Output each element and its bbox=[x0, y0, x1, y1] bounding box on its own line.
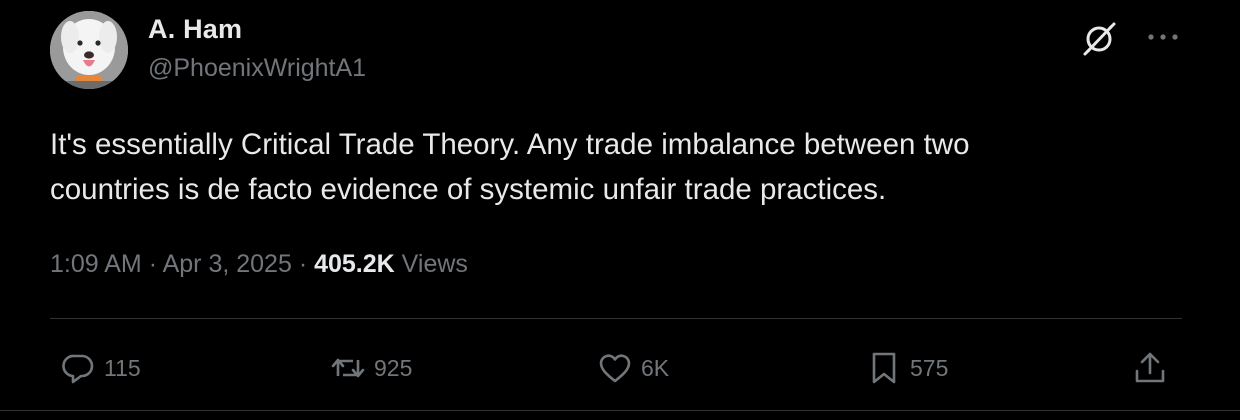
bookmark-count: 575 bbox=[910, 354, 949, 381]
share-button[interactable] bbox=[1132, 348, 1168, 388]
tweet-meta: 1:09 AM · Apr 3, 2025 · 405.2K Views bbox=[50, 250, 468, 279]
user-handle[interactable]: @PhoenixWrightA1 bbox=[148, 54, 366, 83]
tweet: A. Ham @PhoenixWrightA1 It's essentially… bbox=[0, 0, 1240, 420]
share-icon bbox=[1135, 352, 1165, 383]
divider bbox=[50, 318, 1182, 319]
heart-icon bbox=[599, 354, 631, 383]
reply-icon bbox=[62, 354, 94, 384]
views-label: Views bbox=[401, 250, 468, 278]
tweet-time[interactable]: 1:09 AM bbox=[50, 250, 142, 278]
more-icon[interactable] bbox=[1146, 32, 1180, 42]
tweet-text: It's essentially Critical Trade Theory. … bbox=[50, 128, 970, 206]
retweet-count: 925 bbox=[374, 354, 413, 381]
grok-icon[interactable] bbox=[1080, 20, 1118, 58]
reply-button[interactable]: 115 bbox=[60, 348, 141, 388]
bookmark-icon bbox=[872, 352, 896, 384]
retweet-button[interactable]: 925 bbox=[330, 348, 412, 388]
avatar[interactable] bbox=[50, 11, 128, 89]
display-name[interactable]: A. Ham bbox=[148, 14, 242, 45]
bookmark-button[interactable]: 575 bbox=[866, 348, 948, 388]
dog-avatar-icon bbox=[50, 11, 128, 89]
like-count: 6K bbox=[641, 354, 670, 381]
meta-separator: · bbox=[298, 250, 308, 278]
meta-separator: · bbox=[148, 250, 158, 278]
like-button[interactable]: 6K bbox=[597, 348, 669, 388]
bottom-divider bbox=[0, 410, 1240, 411]
retweet-icon bbox=[331, 358, 365, 378]
reply-count: 115 bbox=[104, 354, 141, 381]
tweet-date[interactable]: Apr 3, 2025 bbox=[163, 250, 292, 278]
views-count[interactable]: 405.2K bbox=[314, 250, 395, 278]
